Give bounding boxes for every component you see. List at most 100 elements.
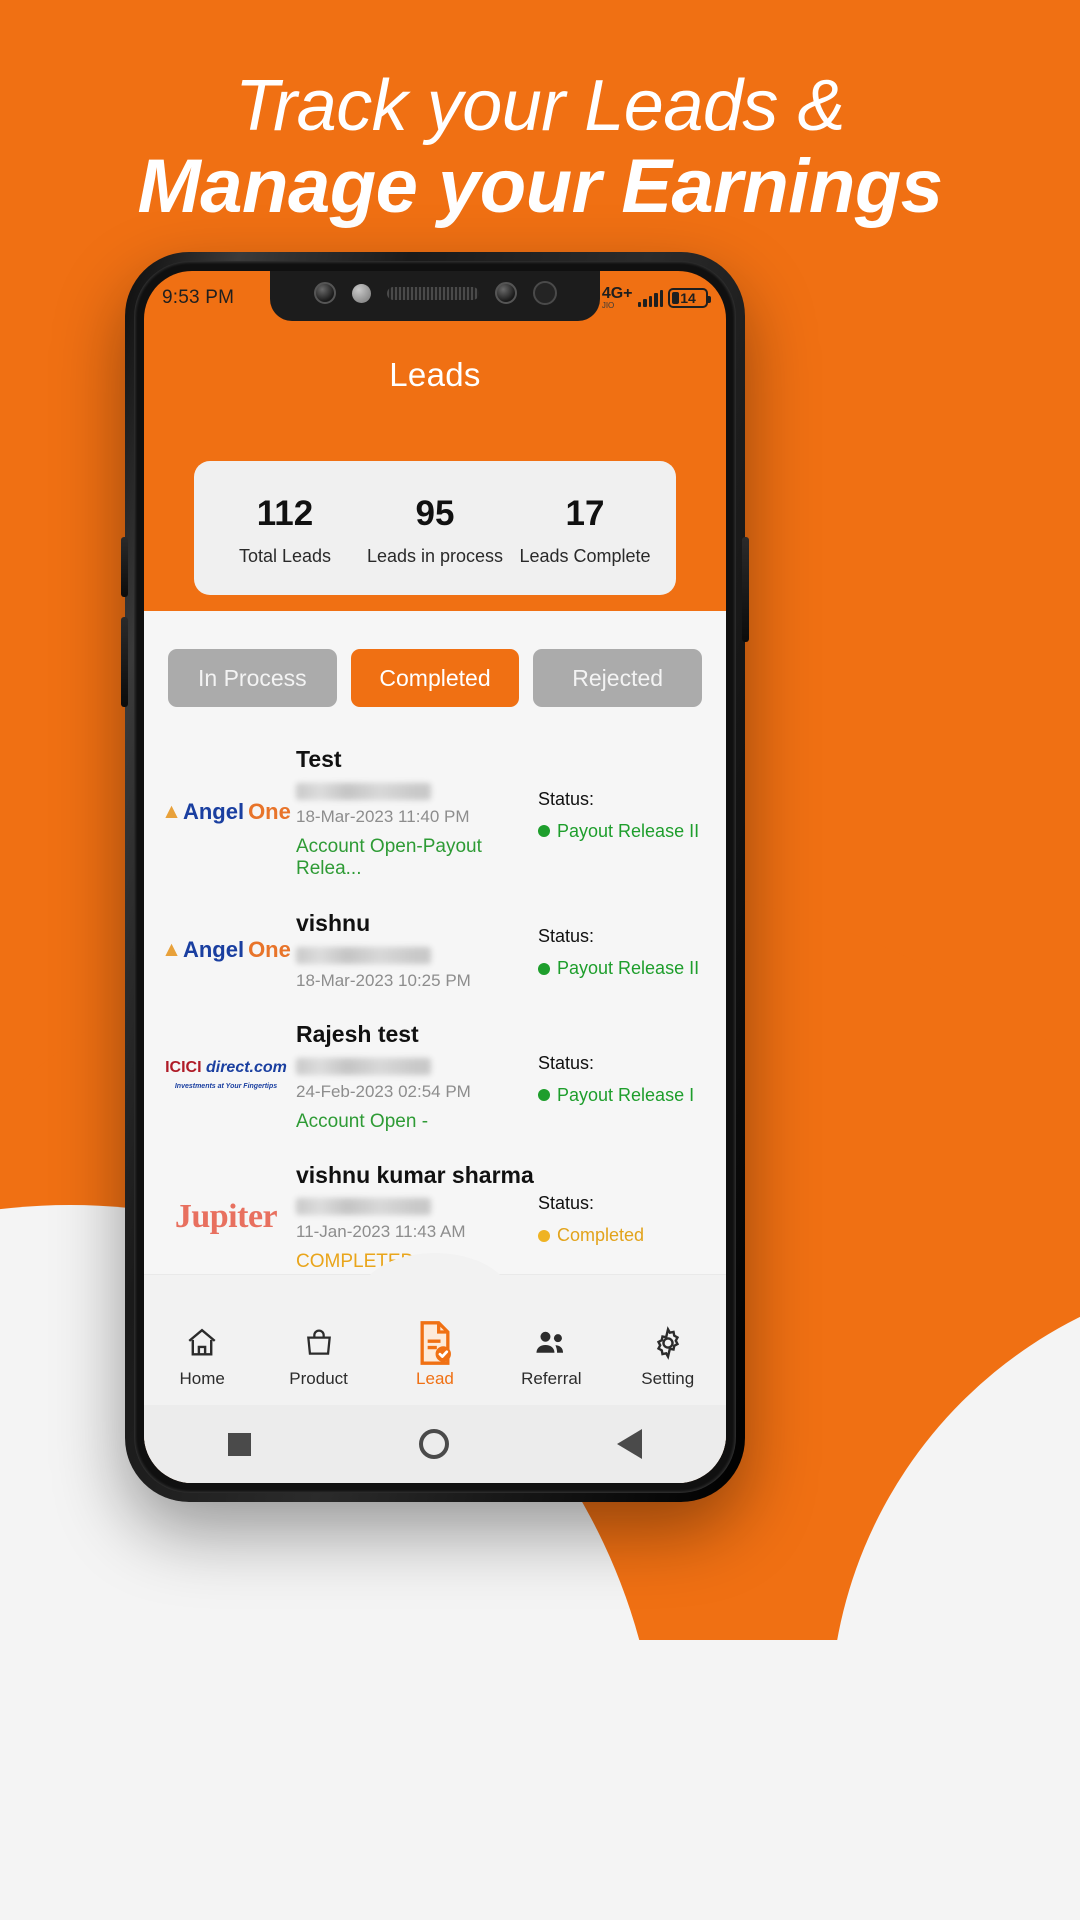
lead-status-block: Status: Payout Release II [538, 920, 708, 979]
nav-item-referral[interactable]: Referral [501, 1324, 601, 1389]
network-indicator: 4G+ JIO [602, 286, 633, 310]
phone-notch [270, 271, 600, 321]
recents-button-icon[interactable] [228, 1432, 251, 1456]
lead-status-block: Status: Payout Release I [538, 1047, 708, 1106]
filter-tabs: In Process Completed Rejected [168, 649, 703, 707]
status-dot-icon [538, 1229, 550, 1242]
network-sub-label: JIO [601, 301, 615, 310]
status-dot-icon [538, 962, 550, 975]
brand-logo-icici: ICICI direct.com Investments at Your Fin… [162, 1060, 290, 1092]
icici-direct: direct.com [205, 1059, 287, 1077]
stat-value: 95 [415, 494, 455, 533]
nav-label: Lead [416, 1369, 454, 1388]
lead-status-block: Status: Completed [538, 1187, 708, 1246]
tab-in-process[interactable]: In Process [168, 649, 337, 707]
masked-phone-number [296, 946, 431, 964]
stat-leads-complete: 17 Leads Complete [510, 494, 660, 567]
proximity-sensor-icon [351, 283, 371, 303]
lead-date: 18-Mar-2023 10:25 PM [296, 970, 471, 990]
bottom-navigation: Home Product Lead Referral Setting [144, 1253, 726, 1405]
lead-date: 24-Feb-2023 02:54 PM [296, 1081, 471, 1101]
brand-name-part2: One [248, 799, 291, 825]
status-time: 9:53 PM [162, 287, 235, 308]
lead-status-block: Status: Payout Release II [538, 783, 708, 842]
masked-phone-number [296, 1057, 431, 1075]
lead-name: Rajesh test [296, 1020, 419, 1047]
status-value: Payout Release I [557, 1084, 695, 1105]
nav-label: Referral [521, 1369, 582, 1388]
document-check-icon [413, 1321, 457, 1365]
promo-headline: Track your Leads & Manage your Earnings [0, 70, 1080, 232]
status-value: Payout Release II [557, 958, 700, 979]
lead-details: Test 18-Mar-2023 11:40 PM Account Open-P… [290, 745, 538, 880]
icici-name: ICICI [165, 1059, 202, 1077]
lead-date: 18-Mar-2023 11:40 PM [296, 806, 470, 826]
home-button-icon[interactable] [419, 1429, 449, 1459]
status-label: Status: [538, 1052, 595, 1073]
masked-phone-number [296, 782, 431, 800]
lead-name: vishnu [296, 909, 371, 936]
android-system-nav [144, 1405, 726, 1483]
battery-percent: 14 [680, 290, 696, 306]
lead-details: vishnu 18-Mar-2023 10:25 PM [290, 909, 538, 991]
status-badge: Completed [538, 1225, 708, 1246]
tab-completed[interactable]: Completed [350, 649, 520, 707]
earpiece-speaker-icon [386, 286, 479, 300]
status-dot-icon [538, 1089, 550, 1102]
status-badge: Payout Release II [538, 821, 708, 842]
gear-icon [651, 1324, 685, 1362]
battery-icon: 14 [668, 288, 711, 308]
volume-up-button[interactable] [121, 537, 128, 597]
stat-total-leads: 112 Total Leads [210, 494, 360, 567]
angelone-mark-icon: ▲ [161, 937, 182, 961]
masked-phone-number [296, 1198, 431, 1216]
headline-line-2: Manage your Earnings [137, 144, 943, 229]
stats-card: 112 Total Leads 95 Leads in process 17 L… [194, 461, 676, 595]
table-row[interactable]: ▲ Angel One vishnu 18-Mar-2023 10:25 PM S… [144, 894, 726, 1006]
bag-icon [303, 1324, 335, 1362]
back-button-icon[interactable] [617, 1429, 642, 1459]
stat-label: Total Leads [238, 545, 332, 566]
nav-label: Setting [641, 1369, 695, 1388]
lead-details: Rajesh test 24-Feb-2023 02:54 PM Account… [290, 1020, 538, 1133]
tab-rejected[interactable]: Rejected [533, 649, 703, 707]
dot-projector-icon [532, 281, 557, 305]
table-row[interactable]: ▲ Angel One Test 18-Mar-2023 11:40 PM Acc… [144, 731, 726, 894]
nav-item-lead[interactable]: Lead [385, 1321, 485, 1389]
brand-name-part2: One [248, 936, 291, 962]
status-badge: Payout Release II [538, 958, 708, 979]
signal-bars-icon [637, 289, 663, 307]
headline-line-1: Track your Leads & [235, 66, 845, 146]
volume-down-button[interactable] [121, 617, 128, 707]
nav-item-home[interactable]: Home [152, 1324, 252, 1389]
power-button[interactable] [742, 537, 749, 642]
stat-label: Leads Complete [519, 545, 651, 566]
status-label: Status: [538, 926, 595, 947]
lead-name: Test [296, 746, 342, 772]
brand-logo-angelone: ▲ Angel One [161, 936, 291, 963]
jupiter-wordmark: Jupiter [174, 1197, 278, 1235]
status-value: Completed [557, 1225, 645, 1246]
nav-item-product[interactable]: Product [269, 1324, 369, 1389]
brand-logo-jupiter: Jupiter [162, 1198, 290, 1236]
status-value: Payout Release II [557, 820, 700, 841]
status-dot-icon [538, 825, 550, 838]
lead-date: 11-Jan-2023 11:43 AM [296, 1222, 466, 1242]
brand-name-part1: Angel [182, 936, 245, 962]
status-label: Status: [538, 788, 595, 809]
nav-item-setting[interactable]: Setting [618, 1324, 718, 1389]
network-label: 4G+ [601, 285, 633, 302]
phone-mockup: 9:53 PM VoLTE 4G+ JIO 14 L [121, 252, 749, 1502]
home-icon [185, 1324, 219, 1362]
table-row[interactable]: ICICI direct.com Investments at Your Fin… [144, 1006, 726, 1147]
lead-sub-status: Account Open-Payout Relea... [296, 835, 482, 879]
stat-label: Leads in process [366, 545, 504, 566]
lead-sub-status: Account Open - [296, 1110, 429, 1132]
icici-tagline: Investments at Your Fingertips [174, 1083, 278, 1091]
brand-logo-angelone: ▲ Angel One [161, 799, 291, 825]
front-camera-icon [313, 282, 336, 304]
nav-label: Product [289, 1369, 348, 1388]
status-badge: Payout Release I [538, 1085, 708, 1106]
stat-value: 17 [565, 494, 605, 533]
stat-leads-in-process: 95 Leads in process [360, 494, 510, 567]
